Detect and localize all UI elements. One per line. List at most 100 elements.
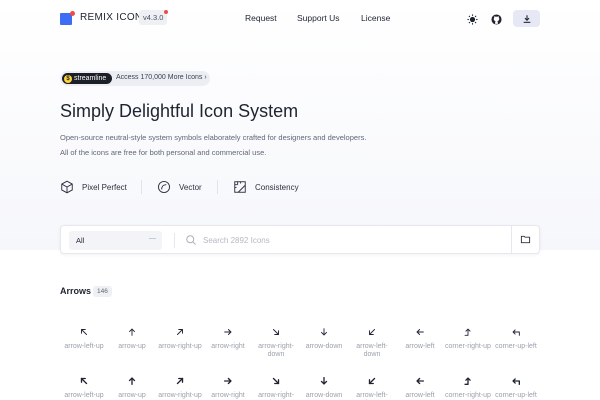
icon-label: arrow-left-down — [356, 343, 388, 358]
github-button[interactable] — [487, 10, 505, 28]
arrow-right-down-icon — [273, 329, 279, 335]
icon-grid-row-1: arrow-left-up arrow-up arrow-right-up arrow… — [60, 327, 540, 359]
brand-name[interactable]: REMIX ICON — [80, 12, 142, 23]
download-icon — [523, 14, 530, 23]
icon-cell-arrow-right[interactable]: arrow-right — [204, 327, 252, 359]
icon-cell-arrow-up[interactable]: arrow-up — [108, 327, 156, 359]
feature-label: Pixel Perfect — [82, 182, 127, 192]
feature-label: Vector — [179, 182, 202, 192]
streamline-logo: $ streamline — [62, 73, 112, 84]
arrow-left-down-icon — [368, 377, 376, 385]
arrow-down-icon — [320, 377, 328, 385]
icon-cell-corner-right-up[interactable]: corner-right-up — [444, 327, 492, 359]
update-dot — [164, 10, 168, 14]
icon-label: arrow-right — [211, 392, 245, 399]
open-folder-button[interactable] — [511, 226, 539, 253]
icon-label: arrow-right-down — [258, 343, 294, 358]
icon-cell-arrow-left-down[interactable]: arrow-left-down — [348, 376, 396, 400]
page-title: Simply Delightful Icon System — [60, 101, 299, 121]
icon-cell-arrow-right-down[interactable]: arrow-right-down — [252, 327, 300, 359]
sun-icon — [466, 13, 478, 25]
chevron-down-icon: — — [149, 235, 156, 242]
icon-label: arrow-down — [305, 392, 343, 399]
icon-label: arrow-up — [118, 392, 146, 399]
icon-label: arrow-down — [305, 343, 343, 350]
arrow-up-icon — [129, 328, 135, 336]
arrow-right-down-icon — [272, 377, 280, 385]
feature-label: Consistency — [255, 182, 299, 192]
streamline-logo-text: streamline — [74, 75, 107, 82]
theme-toggle-button[interactable] — [463, 10, 481, 28]
search-icon — [186, 235, 196, 245]
arrow-left-icon — [416, 329, 424, 335]
icon-cell-arrow-right-down[interactable]: arrow-right-down — [252, 376, 300, 400]
icon-cell-arrow-down[interactable]: arrow-down — [300, 376, 348, 400]
hero-background — [0, 0, 600, 250]
arrow-left-up-icon — [81, 329, 87, 335]
icon-cell-corner-right-up[interactable]: corner-right-up — [444, 376, 492, 400]
icon-label: arrow-left — [405, 392, 435, 399]
icon-cell-arrow-right-up[interactable]: arrow-right-up — [156, 327, 204, 359]
icon-label: corner-up-left — [495, 343, 537, 350]
icon-search-bar: All — — [60, 225, 540, 254]
icon-label: corner-up-left — [495, 392, 537, 399]
arrow-right-up-icon — [177, 329, 183, 335]
arrow-right-icon — [224, 329, 232, 335]
folder-icon — [520, 235, 531, 244]
icon-label: corner-right-up — [445, 343, 491, 350]
icon-cell-corner-up-left[interactable]: corner-up-left — [492, 376, 540, 400]
icon-cell-arrow-right[interactable]: arrow-right — [204, 376, 252, 400]
corner-right-up-icon — [464, 328, 471, 336]
hero-description-line-1: Open-source neutral-style system symbols… — [60, 133, 367, 142]
promo-text: Access 170,000 More Icons › — [116, 74, 207, 81]
icon-cell-arrow-left-up[interactable]: arrow-left-up — [60, 327, 108, 359]
arrow-left-up-icon — [80, 377, 88, 385]
nav-support-us[interactable]: Support Us — [297, 13, 340, 23]
grid-ruler-icon — [234, 181, 246, 193]
feature-pixel-perfect: Pixel Perfect — [60, 180, 127, 194]
icon-cell-arrow-up[interactable]: arrow-up — [108, 376, 156, 400]
hero-description-line-2: All of the icons are free for both perso… — [60, 148, 267, 157]
logo-icon[interactable] — [60, 11, 75, 25]
pen-nib-icon — [157, 180, 171, 194]
icon-label: arrow-left-up — [64, 343, 104, 350]
icon-cell-arrow-left[interactable]: arrow-left — [396, 376, 444, 400]
download-button[interactable] — [513, 10, 540, 27]
cube-icon — [61, 180, 73, 194]
category-select-value: All — [76, 236, 85, 245]
icon-label: arrow-right-up — [158, 392, 202, 399]
icon-cell-arrow-left[interactable]: arrow-left — [396, 327, 444, 359]
icon-cell-arrow-left-up[interactable]: arrow-left-up — [60, 376, 108, 400]
search-divider — [174, 233, 175, 248]
arrow-down-icon — [321, 328, 327, 336]
arrow-right-icon — [224, 377, 232, 385]
feature-divider — [217, 180, 218, 194]
icon-label: arrow-left-up — [64, 392, 104, 399]
feature-vector: Vector — [157, 180, 202, 194]
corner-right-up-icon — [464, 377, 471, 385]
icon-label: arrow-left-down — [356, 392, 388, 399]
icon-cell-corner-up-left[interactable]: corner-up-left — [492, 327, 540, 359]
icon-cell-arrow-down[interactable]: arrow-down — [300, 327, 348, 359]
nav-license[interactable]: License — [361, 13, 390, 23]
search-input[interactable] — [203, 232, 503, 249]
feature-consistency: Consistency — [233, 180, 299, 194]
github-icon — [490, 13, 502, 25]
category-select[interactable]: All — — [69, 231, 162, 250]
icon-label: arrow-right — [211, 343, 245, 350]
icon-label: arrow-up — [118, 343, 146, 350]
arrow-right-up-icon — [176, 377, 184, 385]
icon-grid-row-2: arrow-left-up arrow-up arrow-right-up arrow… — [60, 376, 540, 400]
icon-cell-arrow-left-down[interactable]: arrow-left-down — [348, 327, 396, 359]
icon-label: arrow-right-up — [158, 343, 202, 350]
nav-request[interactable]: Request — [245, 13, 277, 23]
streamline-glyph: $ — [64, 75, 72, 83]
corner-up-left-icon — [512, 329, 520, 336]
icon-label: corner-right-up — [445, 392, 491, 399]
arrow-up-icon — [128, 377, 136, 385]
arrow-left-icon — [416, 377, 424, 385]
streamline-promo-badge[interactable]: $ streamline Access 170,000 More Icons › — [60, 71, 210, 86]
icon-cell-arrow-right-up[interactable]: arrow-right-up — [156, 376, 204, 400]
category-count-badge: 146 — [93, 286, 112, 297]
category-title: Arrows — [60, 286, 92, 296]
